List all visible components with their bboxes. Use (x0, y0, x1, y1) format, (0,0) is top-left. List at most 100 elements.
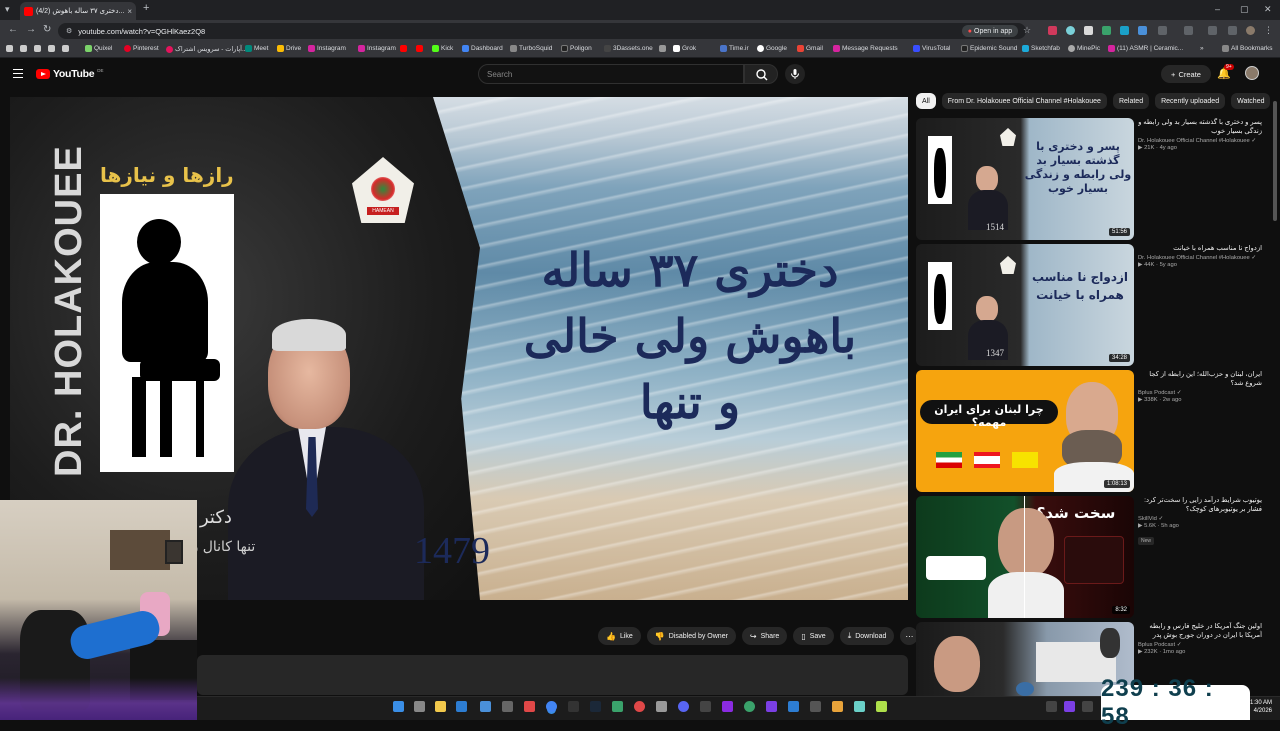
bookmark-grok[interactable]: Grok (673, 45, 696, 52)
recommendation-thumbnail[interactable]: چرا لبنان برای ایران مهمه؟ 1:08:13 (916, 370, 1134, 492)
recommendation-channel[interactable]: Bplus Podcast ✓ (1138, 390, 1262, 396)
recommendation-title[interactable]: یوتیوب شرایط درآمد زایی را سخت‌تر کرد: ف… (1138, 496, 1262, 514)
bookmark-gmail[interactable]: Gmail (797, 45, 823, 52)
chrome-icon[interactable] (546, 701, 557, 712)
forward-icon[interactable]: → (26, 24, 36, 35)
taskbar-app-icon[interactable] (568, 701, 579, 712)
chip-watched[interactable]: Watched (1231, 93, 1271, 109)
chip-related[interactable]: Related (1112, 93, 1150, 109)
recommendation-title[interactable]: پسر و دختری با گذشته بسیار بد ولی رابطه … (1138, 118, 1262, 136)
taskbar-app-icon[interactable] (788, 701, 799, 712)
bookmark-message-requests[interactable]: Message Requests (833, 45, 898, 52)
all-bookmarks[interactable]: All Bookmarks (1222, 45, 1273, 52)
bookmark-icon[interactable] (6, 45, 13, 52)
tray-icon[interactable] (1064, 701, 1075, 712)
create-button[interactable]: + Create (1161, 65, 1211, 83)
search-input[interactable]: Search (478, 64, 744, 84)
taskbar-app-icon[interactable] (854, 701, 865, 712)
taskbar-app-icon[interactable] (524, 701, 535, 712)
taskbar-app-icon[interactable] (810, 701, 821, 712)
page-scrollbar[interactable] (1272, 93, 1278, 693)
extensions-puzzle-icon[interactable] (1158, 26, 1167, 35)
recommendation-title[interactable]: ازدواج نا مناسب همراه با خیانت (1138, 244, 1262, 253)
recommendation-thumbnail[interactable]: پسر و دختری با گذشته بسیار بد ولی رابطه … (916, 118, 1134, 240)
open-in-app-button[interactable]: ● Open in app (962, 25, 1018, 37)
recommendation-item[interactable]: چرا لبنان برای ایران مهمه؟ 1:08:13 ایران… (916, 370, 1262, 492)
tabs-icon[interactable] (1228, 26, 1237, 35)
taskbar-app-icon[interactable] (456, 701, 467, 712)
minimize-icon[interactable]: – (1215, 4, 1220, 14)
extension-icon[interactable] (1066, 26, 1075, 35)
bookmark-3dassets[interactable]: 3Dassets.one (604, 45, 653, 52)
recommendation-title[interactable]: ایران، لبنان و حزب‌الله؛ این رابطه از کج… (1138, 370, 1262, 388)
recommendation-title[interactable]: اولین جنگ آمریکا در خلیج فارس و رابطه آم… (1138, 622, 1262, 640)
bookmark-generic[interactable] (659, 45, 666, 52)
recommendation-thumbnail[interactable]: سخت شد؟ 8:32 (916, 496, 1134, 618)
bookmark-timeir[interactable]: Time.ir (720, 45, 749, 52)
new-tab-icon[interactable]: + (143, 2, 149, 14)
bookmark-icon[interactable] (34, 45, 41, 52)
recommendation-channel[interactable]: SkillVid ✓ (1138, 516, 1262, 522)
bookmark-epidemic-sound[interactable]: Epidemic Sound (961, 45, 1017, 52)
scrollbar-thumb[interactable] (1273, 101, 1277, 221)
blender-icon[interactable] (832, 701, 843, 712)
recommendation-item[interactable]: ازدواج نا مناسب همراه با خیانت 1347 34:2… (916, 244, 1262, 366)
start-button-icon[interactable] (393, 701, 404, 712)
taskbar-app-icon[interactable] (744, 701, 755, 712)
recommendation-item[interactable]: سخت شد؟ 8:32 یوتیوب شرایط درآمد زایی را … (916, 496, 1262, 618)
downloads-icon[interactable] (1184, 26, 1193, 35)
extension-icon[interactable] (1048, 26, 1057, 35)
bookmark-minepic[interactable]: MinePic (1068, 45, 1100, 52)
omnibox[interactable]: ⚙ youtube.com/watch?v=QGHlKaez2Q8 (58, 23, 1026, 39)
download-button[interactable]: ⤓ Download (839, 627, 895, 645)
bookmark-youtube[interactable] (416, 45, 423, 52)
bookmark-virustotal[interactable]: VirusTotal (913, 45, 950, 52)
reload-icon[interactable]: ↻ (43, 24, 51, 35)
avatar[interactable] (1245, 66, 1259, 80)
taskbar-app-icon[interactable] (876, 701, 887, 712)
bookmark-aparat[interactable]: آپارات - سرویس اشتراک... (166, 45, 247, 53)
taskbar-app-icon[interactable] (722, 701, 733, 712)
save-button[interactable]: ▯ Save (793, 627, 834, 645)
bookmark-pinterest[interactable]: Pinterest (124, 45, 159, 52)
recommendation-channel[interactable]: Dr. Holakouee Official Channel #Holakoue… (1138, 138, 1262, 144)
search-button[interactable] (744, 64, 778, 84)
recommendation-thumbnail[interactable]: ازدواج نا مناسب همراه با خیانت 1347 34:2… (916, 244, 1134, 366)
sidebar-icon[interactable] (1208, 26, 1217, 35)
bookmark-youtube[interactable] (400, 45, 407, 52)
taskbar-app-icon[interactable] (612, 701, 623, 712)
bookmark-poligon[interactable]: Poligon (561, 45, 592, 52)
steam-icon[interactable] (590, 701, 601, 712)
bookmark-asmr[interactable]: (11) ASMR | Ceramic... (1108, 45, 1183, 52)
tray-icon[interactable] (1082, 701, 1093, 712)
chip-from-channel[interactable]: From Dr. Holakouee Official Channel #Hol… (941, 93, 1107, 109)
like-button[interactable]: 👍 Like (598, 627, 641, 645)
extension-icon[interactable] (1102, 26, 1111, 35)
recommendation-item[interactable]: پسر و دختری با گذشته بسیار بد ولی رابطه … (916, 118, 1262, 240)
bookmark-drive[interactable]: Drive (277, 45, 301, 52)
taskbar-app-icon[interactable] (656, 701, 667, 712)
menu-kebab-icon[interactable]: ⋮ (1264, 25, 1273, 35)
bookmark-dashboard[interactable]: Dashboard (462, 45, 503, 52)
discord-icon[interactable] (678, 701, 689, 712)
dislike-button[interactable]: 👎 Disabled by Owner (646, 627, 736, 645)
chip-all[interactable]: All (916, 93, 936, 109)
bookmark-instagram[interactable]: Instagram (308, 45, 346, 52)
chip-recently-uploaded[interactable]: Recently uploaded (1155, 93, 1226, 109)
bookmark-icon[interactable] (20, 45, 27, 52)
taskbar-app-icon[interactable] (480, 701, 491, 712)
maximize-icon[interactable]: ▢ (1240, 4, 1249, 15)
rider-icon[interactable] (766, 701, 777, 712)
back-icon[interactable]: ← (8, 24, 18, 35)
bookmark-quixel[interactable]: Quixel (85, 45, 112, 52)
file-explorer-icon[interactable] (435, 701, 446, 712)
bookmark-meet[interactable]: Meet (245, 45, 268, 52)
bookmark-instagram-2[interactable]: Instagram (358, 45, 396, 52)
bookmark-icon[interactable] (48, 45, 55, 52)
taskbar-app-icon[interactable] (634, 701, 645, 712)
description-box[interactable] (197, 655, 908, 695)
extension-icon[interactable] (1120, 26, 1129, 35)
bookmark-overflow[interactable]: » (1200, 45, 1204, 52)
recommendation-channel[interactable]: Dr. Holakouee Official Channel #Holakoue… (1138, 255, 1262, 261)
taskbar-clock[interactable]: 1:30 AM 4/2026 (1250, 699, 1272, 715)
